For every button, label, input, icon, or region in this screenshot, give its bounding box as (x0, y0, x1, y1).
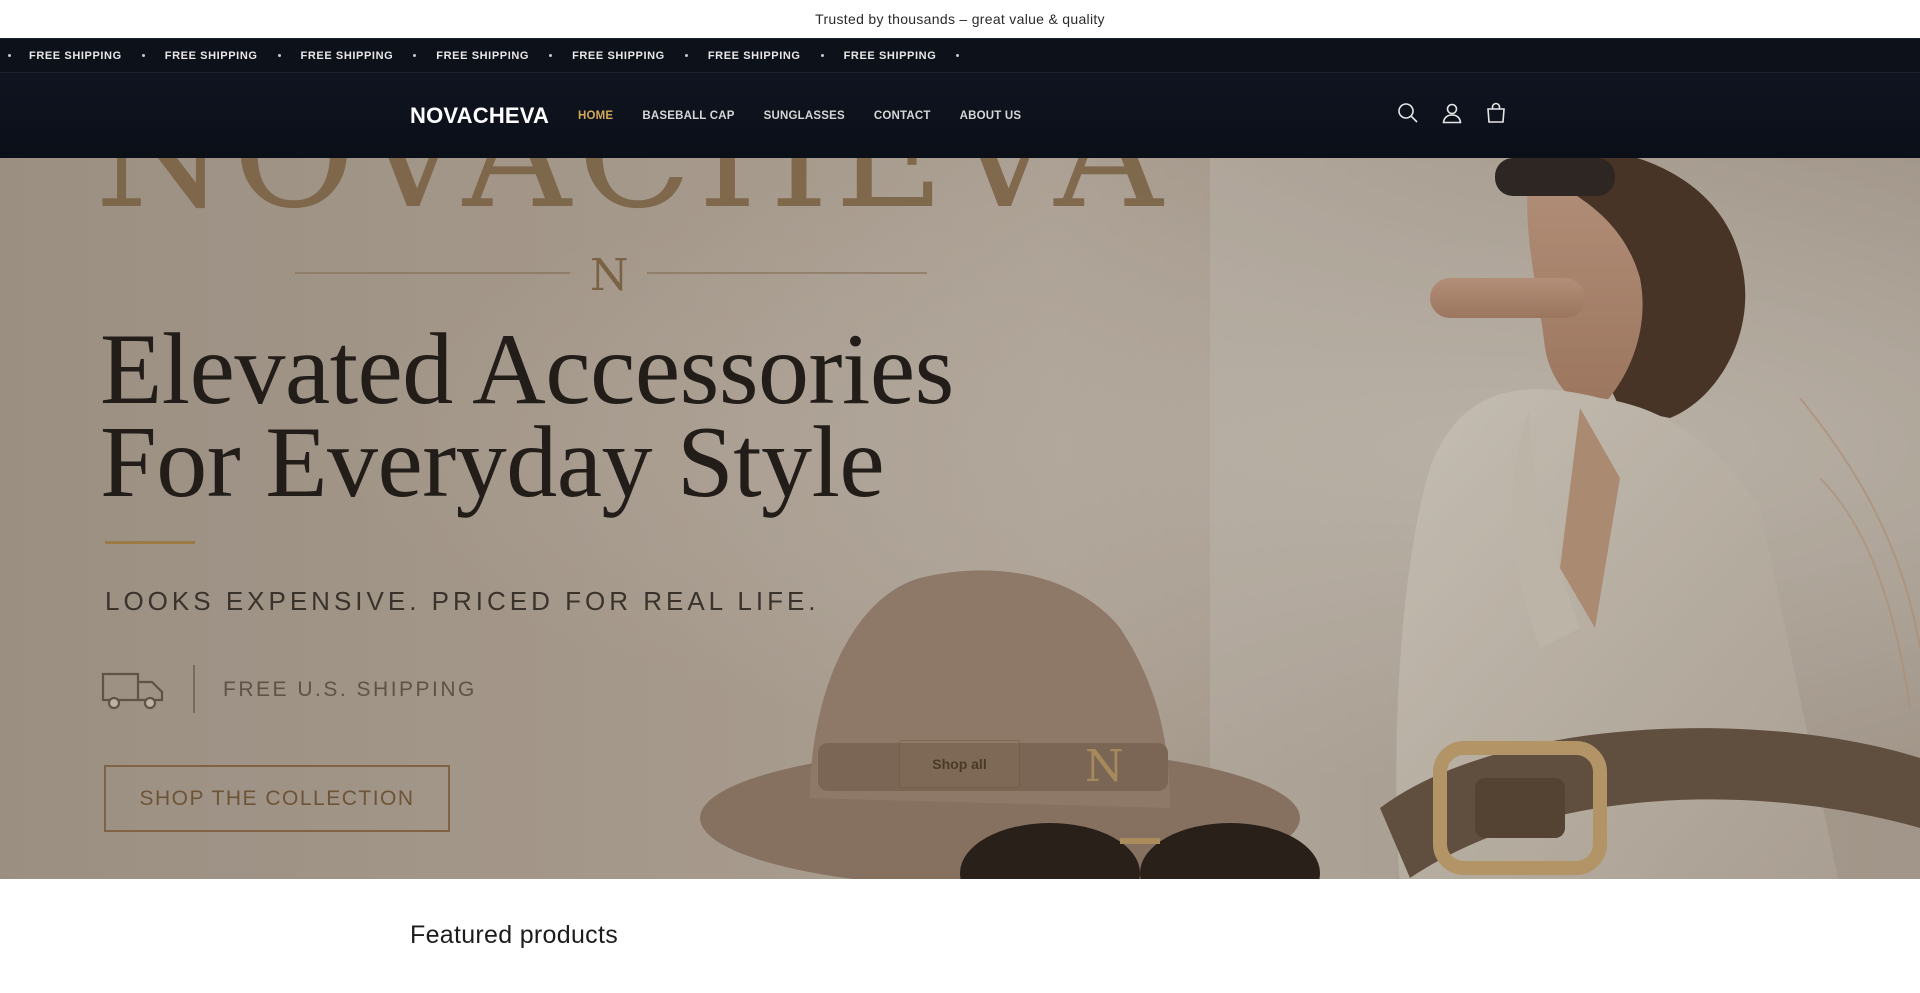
nav-contact[interactable]: CONTACT (874, 110, 931, 122)
nav-home[interactable]: HOME (578, 110, 613, 122)
site-logo[interactable]: NOVACHEVA (410, 103, 549, 129)
marquee-item: FREE SHIPPING (301, 50, 437, 62)
ornament-rule-right (647, 272, 927, 274)
marquee-item: FREE SHIPPING (572, 50, 708, 62)
cart-icon[interactable] (1484, 101, 1508, 125)
announcement-text: Trusted by thousands – great value & qua… (815, 11, 1105, 27)
nav-sunglasses[interactable]: SUNGLASSES (764, 110, 845, 122)
featured-title: Featured products (410, 921, 618, 949)
headline-line-2: For Everyday Style (100, 406, 885, 519)
site-header: NOVACHEVA HOME BASEBALL CAP SUNGLASSES C… (0, 73, 1920, 158)
ornament-rule-left (295, 272, 570, 274)
marquee-item: FREE SHIPPING (165, 50, 301, 62)
hero-tagline: LOOKS EXPENSIVE. PRICED FOR REAL LIFE. (105, 586, 820, 616)
hero-headline: Elevated Accessories For Everyday Style (100, 313, 954, 519)
marquee-item: FREE SHIPPING (708, 50, 844, 62)
marquee-item: FREE SHIPPING (29, 50, 165, 62)
nav-baseball-cap[interactable]: BASEBALL CAP (642, 110, 734, 122)
gold-rule (105, 541, 195, 544)
header-icons (1396, 101, 1508, 125)
headline-line-1: Elevated Accessories (100, 313, 954, 426)
monogram: N (590, 250, 629, 301)
shipping-marquee: FREE SHIPPING FREE SHIPPING FREE SHIPPIN… (0, 38, 1920, 73)
shop-collection-graphic: SHOP THE COLLECTION (104, 765, 450, 832)
brand-watermark: NOVACHEVA (95, 158, 1169, 230)
nav-about-us[interactable]: ABOUT US (960, 110, 1022, 122)
shop-all-button[interactable]: Shop all (899, 740, 1020, 788)
announcement-bar: Trusted by thousands – great value & qua… (0, 0, 1920, 38)
main-nav: HOME BASEBALL CAP SUNGLASSES CONTACT ABO… (578, 110, 1050, 122)
marquee-item: FREE SHIPPING (436, 50, 572, 62)
marquee-item: FREE SHIPPING (844, 50, 980, 62)
account-icon[interactable] (1440, 101, 1464, 125)
shipping-text: FREE U.S. SHIPPING (223, 678, 477, 701)
truck-icon (101, 672, 164, 710)
shipping-divider (193, 665, 195, 713)
marquee-dot (8, 54, 11, 57)
featured-section: Featured products (0, 879, 1920, 993)
search-icon[interactable] (1396, 101, 1420, 125)
hero-banner: N NOVACHEVA N Elevated Accessories For E… (0, 158, 1920, 879)
